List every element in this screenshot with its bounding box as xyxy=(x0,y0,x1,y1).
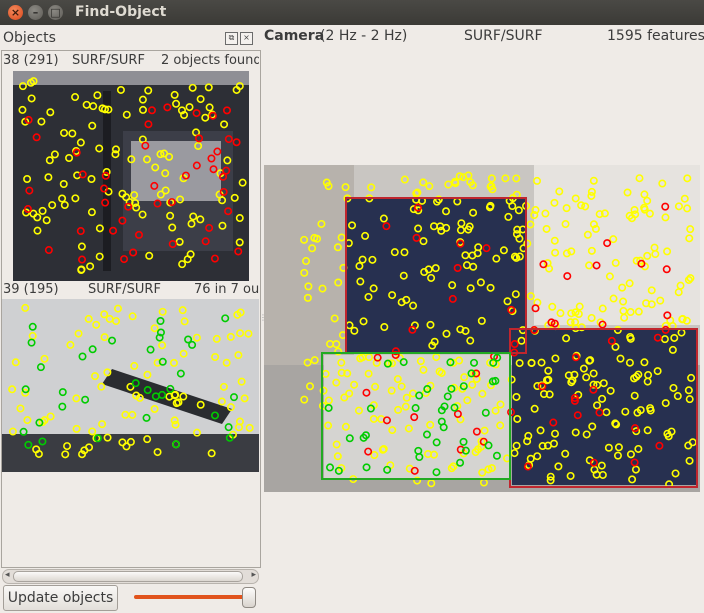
objects-list[interactable]: 38 (291) SURF/SURF 2 objects found 39 (1… xyxy=(1,50,261,568)
update-objects-button[interactable]: Update objects xyxy=(3,585,118,611)
object-id: 38 (291) xyxy=(3,53,59,68)
scene-canvas xyxy=(264,165,700,492)
window-title: Find-Object xyxy=(75,4,167,20)
scroll-right-icon[interactable]: ▸ xyxy=(251,570,256,580)
object-id: 39 (195) xyxy=(3,282,59,297)
splitter-handle[interactable]: ⋮ xyxy=(259,313,267,323)
maximize-icon: □ xyxy=(50,6,61,19)
object-image[interactable] xyxy=(13,71,249,281)
box-dark-1 xyxy=(346,198,526,353)
minimize-window-button[interactable]: – xyxy=(28,5,43,20)
box-light xyxy=(324,355,509,480)
float-icon: ⧉ xyxy=(228,33,235,42)
objects-panel-title: Objects xyxy=(3,30,56,46)
object-top-strip xyxy=(13,71,249,85)
dock-float-button[interactable]: ⧉ xyxy=(225,32,238,45)
close-icon: × xyxy=(243,33,250,42)
close-icon: × xyxy=(10,6,21,19)
object-detector: SURF/SURF xyxy=(72,53,145,68)
object-status: 76 in 7 out xyxy=(194,282,259,297)
horizontal-scrollbar[interactable]: ◂ ▸ xyxy=(2,569,259,584)
scene-canvas xyxy=(2,299,259,472)
object-status: 2 objects found xyxy=(161,53,259,68)
close-window-button[interactable]: × xyxy=(8,5,23,20)
maximize-window-button[interactable]: □ xyxy=(48,5,63,20)
dock-close-button[interactable]: × xyxy=(240,32,253,45)
object-header: 39 (195) SURF/SURF 76 in 7 out xyxy=(3,282,259,299)
object-divider xyxy=(103,91,111,271)
camera-rate: (2 Hz - 2 Hz) xyxy=(320,28,408,44)
wall-area xyxy=(264,165,354,365)
scrollbar-thumb[interactable] xyxy=(13,571,243,582)
scroll-left-icon[interactable]: ◂ xyxy=(5,570,10,580)
object-detector: SURF/SURF xyxy=(88,282,161,297)
camera-features: 1595 features xyxy=(607,28,704,44)
camera-view[interactable] xyxy=(264,165,700,492)
camera-algorithm: SURF/SURF xyxy=(464,28,543,44)
camera-label: Camera xyxy=(264,28,325,44)
box-dark-2 xyxy=(512,330,697,485)
object-label-area xyxy=(131,141,221,201)
minimize-icon: – xyxy=(32,6,39,19)
threshold-slider-handle[interactable] xyxy=(242,587,256,608)
object-header: 38 (291) SURF/SURF 2 objects found xyxy=(3,53,259,70)
title-bar: × – □ Find-Object xyxy=(0,0,704,25)
threshold-slider-track[interactable] xyxy=(134,595,247,599)
object-image[interactable] xyxy=(2,299,259,472)
scene-canvas xyxy=(13,71,249,281)
